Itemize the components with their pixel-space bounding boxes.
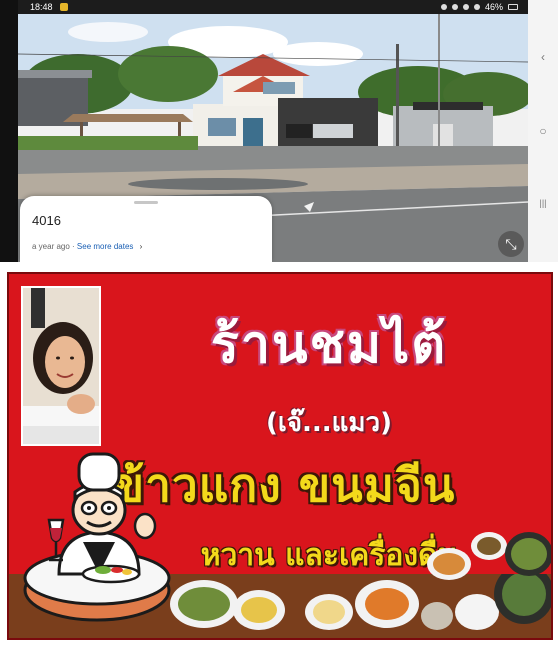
screen-edge <box>0 0 18 262</box>
recents-icon[interactable]: ||| <box>536 196 550 210</box>
meta-separator: · <box>69 242 77 251</box>
chef-logo-overlay <box>23 452 171 622</box>
wifi-icon <box>462 4 469 10</box>
capture-age: a year ago <box>32 242 70 251</box>
back-icon[interactable]: ‹ <box>536 50 550 64</box>
home-icon[interactable]: ○ <box>536 124 550 138</box>
location-title: 4016 <box>32 213 61 228</box>
chevron-right-icon: › <box>139 242 143 251</box>
see-more-dates-link[interactable]: See more dates <box>77 242 133 251</box>
drag-handle[interactable] <box>134 201 158 204</box>
street-view-info-card[interactable]: 4016 a year ago · See more dates › <box>20 196 272 262</box>
google-app-icon <box>60 3 68 11</box>
portrait-drawing <box>23 288 99 444</box>
battery-level: 46% <box>484 2 503 12</box>
shop-banner-photo: ร้านชมไต้ (เจ๊...แมว) ข้าวแกง ขนมจีน หวา… <box>0 264 558 645</box>
exit-fullscreen-button[interactable]: ⤡ <box>498 231 524 257</box>
location-icon <box>451 4 458 10</box>
shop-name: ร้านชมไต้ <box>210 315 448 375</box>
status-time: 18:48 <box>30 2 53 12</box>
collapse-arrows-icon: ⤡ <box>505 236 517 252</box>
owner-portrait <box>21 286 101 446</box>
street-view-screenshot: 18:48 46% ‹ ○ ||| 4016 a year ago · See … <box>0 0 558 262</box>
battery-icon <box>508 4 518 10</box>
status-icons: 46% <box>440 0 518 14</box>
status-bar: 18:48 46% <box>18 0 528 14</box>
signal-icon <box>473 4 480 10</box>
android-nav-bar: ‹ ○ ||| <box>528 0 558 262</box>
capture-date-row: a year ago · See more dates › <box>32 242 142 251</box>
banner-board: ร้านชมไต้ (เจ๊...แมว) ข้าวแกง ขนมจีน หวา… <box>7 272 553 640</box>
alarm-icon <box>440 4 447 10</box>
side-dishes <box>427 532 551 580</box>
owner-name: (เจ๊...แมว) <box>265 408 392 438</box>
